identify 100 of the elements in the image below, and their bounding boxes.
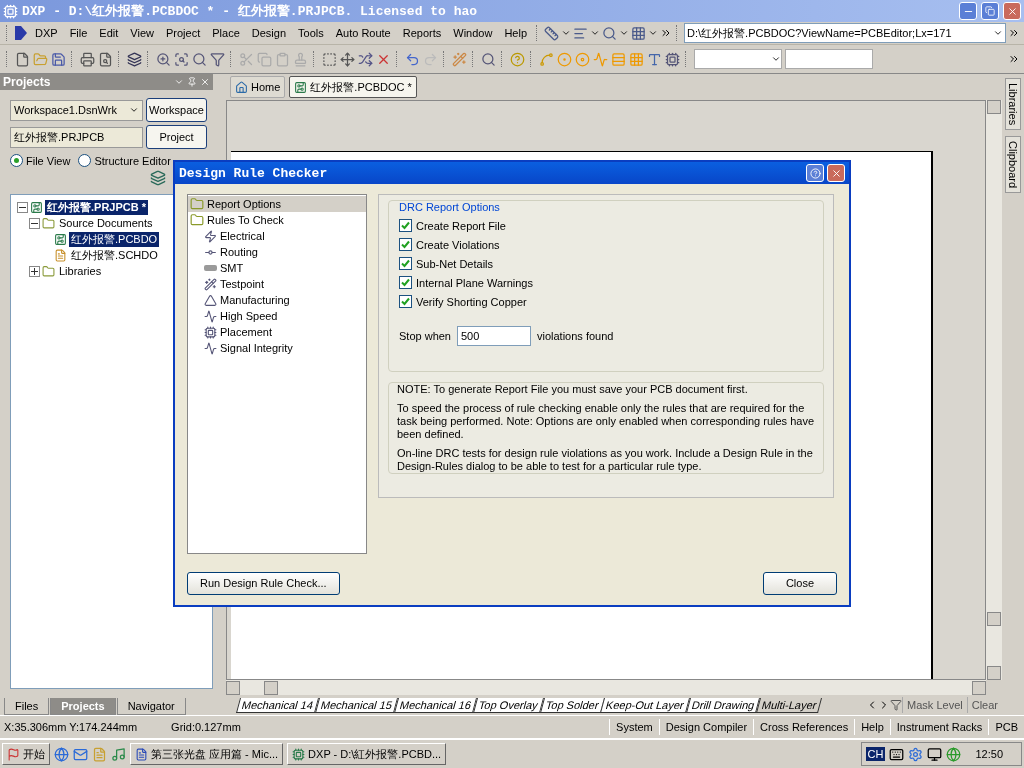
side-tab[interactable]: Clipboard <box>1005 136 1021 194</box>
tree-item[interactable]: Signal Integrity <box>188 340 366 356</box>
layer-tab[interactable]: Mechanical 14 <box>236 697 319 713</box>
pin-icon[interactable] <box>187 77 197 87</box>
menu-item[interactable]: Window <box>448 25 498 41</box>
view-radio[interactable]: File View <box>10 154 71 167</box>
media-icon[interactable] <box>111 746 126 762</box>
dropdown-caret-icon[interactable] <box>590 28 601 38</box>
zoom-selected-icon[interactable] <box>192 51 207 67</box>
component-icon[interactable] <box>665 51 680 67</box>
dropdown-field[interactable] <box>785 49 873 69</box>
document-tab[interactable]: 红外报警.PCBDOC * <box>289 76 417 98</box>
vertical-scrollbar[interactable] <box>986 100 1002 680</box>
filter-icon[interactable] <box>890 699 903 711</box>
checkbox[interactable] <box>399 219 412 232</box>
menu-item[interactable]: View <box>125 25 159 41</box>
mail-icon[interactable] <box>73 746 88 762</box>
more-icon[interactable] <box>1008 53 1020 65</box>
violation-limit-field[interactable]: 500 <box>457 326 531 346</box>
close-button[interactable] <box>827 164 845 182</box>
address-field[interactable]: D:\红外报警.PCBDOC?ViewName=PCBEditor;Lx=171 <box>684 23 1006 43</box>
menu-item[interactable]: Project <box>161 25 206 41</box>
layer-tab[interactable]: Keep-Out Layer <box>600 697 690 713</box>
checkbox[interactable] <box>399 257 412 270</box>
tree-item[interactable]: 红外报警.PCBDO <box>69 231 160 247</box>
menu-item[interactable]: Edit <box>94 25 124 41</box>
checkbox[interactable] <box>399 238 412 251</box>
panel-tab[interactable]: Navigator <box>116 698 186 715</box>
layer-tab[interactable]: Top Solder <box>539 697 605 713</box>
tree-item[interactable]: 红外报警.PRJPCB * <box>45 199 149 215</box>
print-preview-icon[interactable] <box>98 51 113 67</box>
dropdown-caret-icon[interactable] <box>619 28 630 38</box>
project-field[interactable]: 红外报警.PRJPCB <box>10 126 143 148</box>
dropdown-caret-icon[interactable] <box>648 28 659 38</box>
taskbar-button[interactable]: DXP - D:\紅外报警.PCBD... <box>287 743 447 765</box>
close-dialog-button[interactable]: Close <box>762 571 837 595</box>
workspace-button[interactable]: Workspace <box>146 98 207 122</box>
tree-item[interactable]: Rules To Check <box>188 212 366 228</box>
layers-icon[interactable] <box>150 170 166 186</box>
printer-icon[interactable] <box>80 51 95 67</box>
zoom-icon[interactable] <box>156 51 171 67</box>
menu-item[interactable]: Tools <box>293 25 329 41</box>
find-icon[interactable] <box>602 25 618 41</box>
start-button[interactable]: 开始 <box>2 743 50 765</box>
tree-item[interactable]: Placement <box>188 324 366 340</box>
panel-menu-icon[interactable] <box>174 77 184 87</box>
filter-icon[interactable] <box>210 51 225 67</box>
taskbar-button[interactable]: 第三张光盘 应用篇 - Mic... <box>130 743 284 765</box>
layers-icon[interactable] <box>127 51 142 67</box>
document-tab[interactable]: Home <box>230 76 286 98</box>
tree-item[interactable]: Electrical <box>188 228 366 244</box>
menu-item[interactable]: Help <box>499 25 533 41</box>
expand-toggle[interactable] <box>29 217 40 229</box>
file-icon[interactable] <box>15 51 30 67</box>
tree-item[interactable]: SMT <box>188 260 366 276</box>
menu-item[interactable]: DXP <box>30 25 63 41</box>
panel-tab[interactable]: Files <box>4 698 50 715</box>
undo-icon[interactable] <box>405 51 420 67</box>
language-indicator[interactable]: CH <box>865 747 886 761</box>
move-icon[interactable] <box>340 51 355 67</box>
grid-icon[interactable] <box>631 25 647 41</box>
expand-toggle[interactable] <box>17 201 28 213</box>
restore-button[interactable] <box>981 2 999 20</box>
tree-item[interactable]: High Speed <box>188 308 366 324</box>
text-icon[interactable] <box>647 51 662 67</box>
menu-item[interactable]: File <box>64 25 93 41</box>
layer-tab[interactable]: Multi-Layer <box>756 697 823 713</box>
menu-item[interactable]: Place <box>207 25 245 41</box>
close-icon[interactable] <box>200 77 210 87</box>
dropdown-caret-icon[interactable] <box>561 28 572 38</box>
layer-tab[interactable]: Drill Drawing <box>685 697 761 713</box>
checkbox[interactable] <box>399 295 412 308</box>
dropdown-field[interactable] <box>694 49 782 69</box>
menu-item[interactable]: Reports <box>397 25 447 41</box>
layer-tab[interactable]: Mechanical 16 <box>393 697 477 713</box>
tree-item[interactable]: 红外报警.SCHDO <box>69 247 160 263</box>
expand-toggle[interactable] <box>29 265 40 277</box>
tree-item[interactable]: Manufacturing <box>188 292 366 308</box>
help-button[interactable] <box>806 164 824 182</box>
tree-item[interactable]: Report Options <box>188 196 366 212</box>
project-button[interactable]: Project <box>146 125 207 149</box>
tree-item[interactable]: Routing <box>188 244 366 260</box>
horizontal-scrollbar[interactable] <box>226 680 986 695</box>
view-radio[interactable]: Structure Editor <box>78 154 171 167</box>
tree-item[interactable]: Source Documents <box>57 217 155 229</box>
side-tab[interactable]: Libraries <box>1005 78 1021 131</box>
menu-item[interactable]: Auto Route <box>330 25 396 41</box>
workspace-dropdown[interactable]: Workspace1.DsnWrk <box>10 99 143 121</box>
browser-icon[interactable] <box>54 746 69 762</box>
tree-item[interactable]: Libraries <box>57 265 104 277</box>
ruler-icon[interactable] <box>544 25 560 41</box>
minimize-button[interactable] <box>959 2 977 20</box>
zoom-area-icon[interactable] <box>174 51 189 67</box>
layer-tab[interactable]: Mechanical 15 <box>314 697 398 713</box>
close-button[interactable] <box>1003 2 1021 20</box>
more-icon[interactable] <box>1008 27 1020 39</box>
run-button[interactable]: Run Design Rule Check... <box>187 571 340 595</box>
align-icon[interactable] <box>573 25 589 41</box>
select-icon[interactable] <box>322 51 337 67</box>
keyboard-icon[interactable] <box>889 746 905 762</box>
